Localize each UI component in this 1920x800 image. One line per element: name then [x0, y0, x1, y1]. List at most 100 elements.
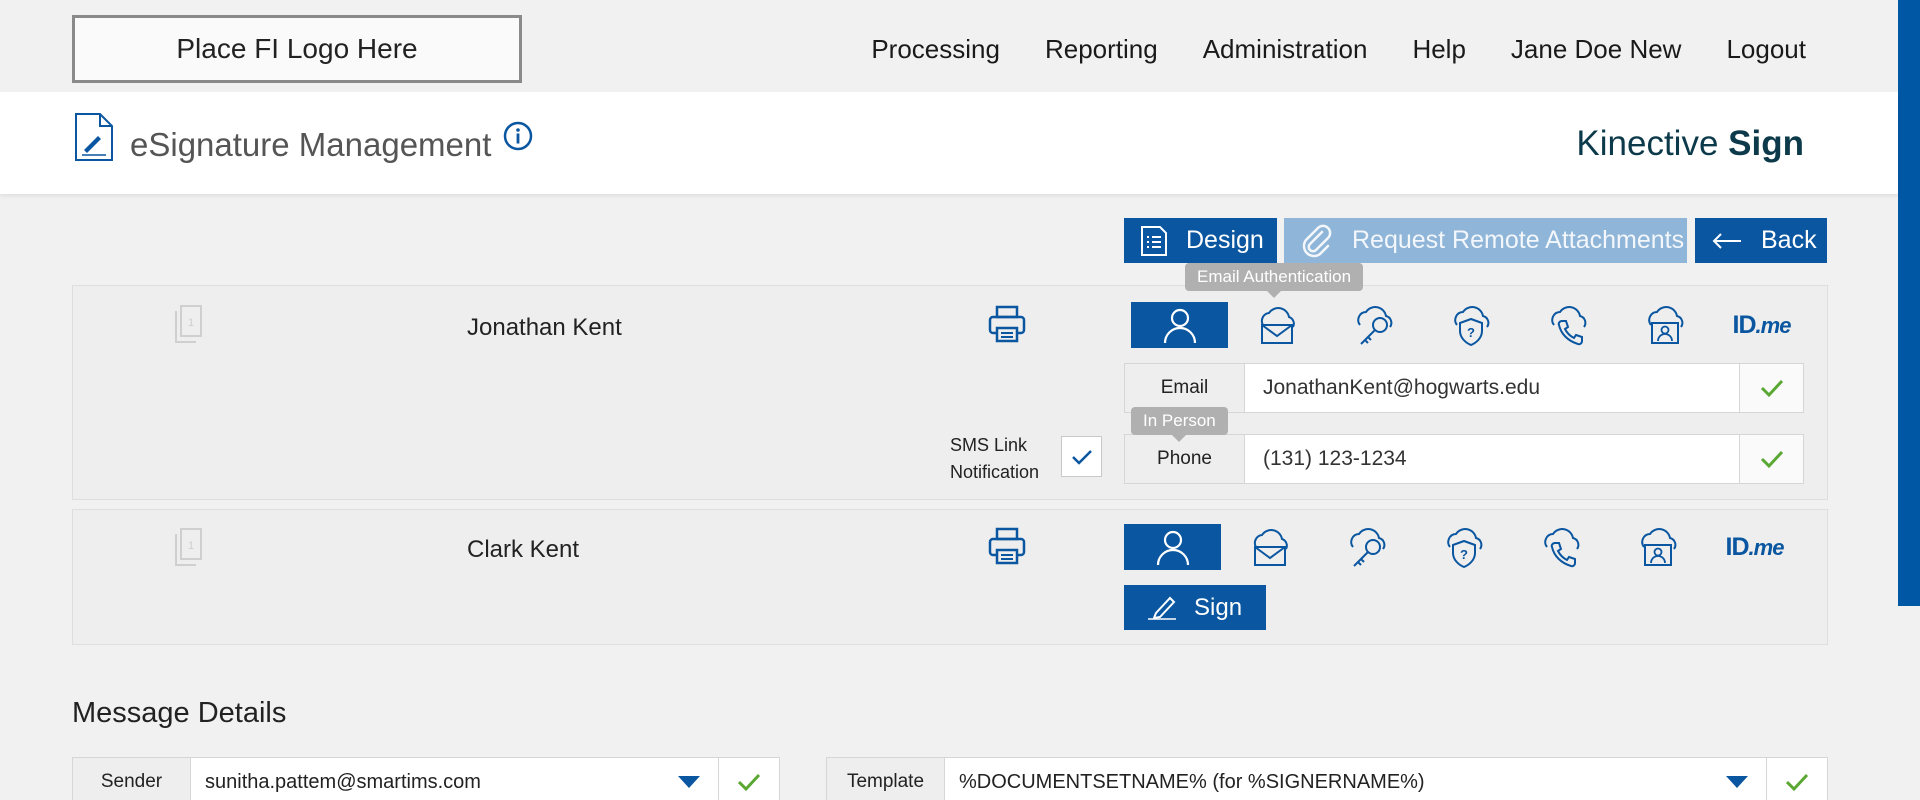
nav-processing[interactable]: Processing	[871, 34, 1000, 65]
brand-prefix: Kinective	[1576, 124, 1719, 163]
sign-label: Sign	[1194, 593, 1243, 621]
form-icon	[1141, 225, 1167, 256]
cloud-key-icon	[1356, 306, 1392, 345]
auth-idme[interactable]: ID.me	[1713, 302, 1810, 348]
sms-link-notification-label: SMS Link Notification	[950, 432, 1039, 486]
signer-row: 1 Jonathan Kent ? ID.me Email JonathanKe…	[72, 285, 1828, 500]
phone-label: Phone	[1125, 435, 1245, 483]
email-input[interactable]: JonathanKent@hogwarts.edu	[1245, 364, 1740, 412]
brand-suffix: Sign	[1728, 124, 1804, 163]
pen-icon	[1148, 596, 1176, 620]
sms-label-line1: SMS Link	[950, 435, 1028, 455]
idme-suffix: .me	[1755, 312, 1792, 338]
printer-icon[interactable]	[987, 526, 1027, 571]
svg-text:?: ?	[1467, 325, 1475, 340]
page-title: eSignature Management	[130, 126, 492, 163]
person-icon	[1163, 308, 1196, 344]
cloud-key-icon	[1349, 528, 1385, 567]
request-remote-attachments-button[interactable]: Request Remote Attachments	[1284, 218, 1687, 263]
pages-count-icon: 1	[173, 527, 205, 572]
cloud-shield-question-icon: ?	[1453, 306, 1489, 347]
design-button[interactable]: Design	[1124, 218, 1277, 263]
auth-methods: ? ID.me	[1124, 524, 1803, 570]
auth-methods: ? ID.me	[1131, 302, 1810, 348]
auth-key[interactable]	[1325, 302, 1422, 348]
nav-reporting[interactable]: Reporting	[1045, 34, 1158, 65]
cloud-id-card-icon	[1647, 306, 1683, 344]
check-icon	[1740, 435, 1803, 483]
idme-logo: ID.me	[1725, 532, 1785, 562]
signer-name: Jonathan Kent	[467, 314, 622, 341]
page-header: eSignature Management Kinective Sign	[0, 92, 1898, 194]
person-icon	[1156, 530, 1189, 566]
auth-key[interactable]	[1318, 524, 1415, 570]
auth-id-card[interactable]	[1609, 524, 1706, 570]
idme-id: ID	[1725, 532, 1750, 561]
auth-questions[interactable]: ?	[1422, 302, 1519, 348]
sender-value[interactable]: sunitha.pattem@smartims.com	[191, 758, 659, 800]
back-label: Back	[1761, 226, 1817, 254]
arrow-left-icon	[1712, 232, 1741, 249]
design-label: Design	[1186, 226, 1264, 254]
in-person-tooltip: In Person	[1131, 407, 1228, 442]
nav-administration[interactable]: Administration	[1203, 34, 1368, 65]
cloud-phone-icon	[1550, 306, 1586, 346]
email-field-row: Email JonathanKent@hogwarts.edu	[1124, 363, 1804, 413]
check-icon	[719, 758, 779, 800]
auth-idme[interactable]: ID.me	[1706, 524, 1803, 570]
sms-link-checkbox[interactable]	[1061, 436, 1102, 477]
idme-id: ID	[1732, 310, 1757, 339]
printer-icon[interactable]	[987, 304, 1027, 349]
check-icon	[1740, 364, 1803, 412]
sms-label-line2: Notification	[950, 462, 1040, 482]
svg-text:?: ?	[1460, 547, 1468, 562]
phone-input[interactable]: (131) 123-1234	[1245, 435, 1740, 483]
phone-field-row: Phone (131) 123-1234	[1124, 434, 1804, 484]
template-value[interactable]: %DOCUMENTSETNAME% (for %SIGNERNAME%)	[945, 758, 1707, 800]
auth-in-person[interactable]	[1131, 302, 1228, 348]
idme-logo: ID.me	[1732, 310, 1792, 340]
cloud-id-card-icon	[1640, 528, 1676, 566]
paperclip-icon	[1302, 224, 1332, 257]
top-bar: Place FI Logo Here Processing Reporting …	[0, 0, 1898, 92]
cloud-envelope-icon	[1260, 307, 1295, 344]
checkmark-icon	[1071, 449, 1092, 465]
message-details-title: Message Details	[72, 697, 287, 729]
auth-questions[interactable]: ?	[1415, 524, 1512, 570]
auth-phone[interactable]	[1519, 302, 1616, 348]
caret-down-icon[interactable]	[1707, 758, 1767, 800]
sender-label: Sender	[73, 758, 191, 800]
auth-in-person[interactable]	[1124, 524, 1221, 570]
email-authentication-tooltip: Email Authentication	[1185, 263, 1364, 298]
auth-phone[interactable]	[1512, 524, 1609, 570]
page-count-label: 1	[188, 540, 194, 552]
check-icon	[1767, 758, 1827, 800]
caret-down-icon[interactable]	[659, 758, 719, 800]
main-nav: Processing Reporting Administration Help…	[871, 34, 1806, 65]
template-select[interactable]: Template %DOCUMENTSETNAME% (for %SIGNERN…	[826, 757, 1828, 800]
nav-logout[interactable]: Logout	[1726, 34, 1806, 65]
brand-name: Kinective Sign	[1576, 124, 1804, 164]
auth-email[interactable]	[1221, 524, 1318, 570]
auth-id-card[interactable]	[1616, 302, 1713, 348]
signer-name: Clark Kent	[467, 536, 580, 563]
page-count-label: 1	[188, 317, 194, 329]
sign-button[interactable]: Sign	[1124, 585, 1266, 630]
request-remote-label: Request Remote Attachments	[1352, 226, 1685, 254]
side-scrollbar[interactable]	[1898, 0, 1920, 606]
back-button[interactable]: Back	[1695, 218, 1827, 263]
pages-count-icon: 1	[173, 304, 205, 349]
nav-user[interactable]: Jane Doe New	[1511, 34, 1682, 65]
sender-select[interactable]: Sender sunitha.pattem@smartims.com	[72, 757, 780, 800]
template-label: Template	[827, 758, 945, 800]
info-icon[interactable]	[502, 120, 534, 157]
fi-logo-placeholder: Place FI Logo Here	[72, 15, 522, 83]
document-sign-icon	[74, 112, 114, 167]
idme-suffix: .me	[1748, 534, 1785, 560]
signer-row: 1 Clark Kent ? ID.me Sign	[72, 509, 1828, 645]
cloud-envelope-icon	[1253, 529, 1288, 566]
email-label: Email	[1125, 364, 1245, 412]
nav-help[interactable]: Help	[1412, 34, 1465, 65]
cloud-shield-question-icon: ?	[1446, 528, 1482, 569]
auth-email[interactable]	[1228, 302, 1325, 348]
